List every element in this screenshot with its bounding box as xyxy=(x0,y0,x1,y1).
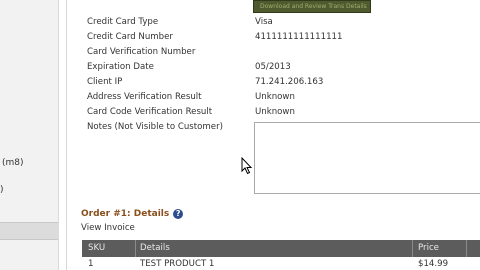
label-card-verification: Card Verification Number xyxy=(87,47,196,57)
label-card-number: Credit Card Number xyxy=(87,32,173,42)
label-address-verification: Address Verification Result xyxy=(87,92,202,102)
cell-sku: 1 xyxy=(88,259,94,269)
view-invoice-link[interactable]: View Invoice xyxy=(81,223,135,233)
sidebar-item-paren[interactable]: ) xyxy=(0,185,4,195)
top-banner[interactable]: Download and Review Trans Details xyxy=(253,0,371,13)
column-header-price[interactable]: Price xyxy=(418,240,439,257)
value-card-number: 4111111111111111 xyxy=(255,32,343,42)
question-circle-icon[interactable]: ? xyxy=(173,209,184,219)
cell-details: TEST PRODUCT 1 xyxy=(140,259,215,269)
label-notes: Notes (Not Visible to Customer) xyxy=(87,122,223,132)
value-address-verification: Unknown xyxy=(255,92,295,102)
column-header-details[interactable]: Details xyxy=(140,240,170,257)
value-expiration-date: 05/2013 xyxy=(255,62,291,72)
label-card-code-verification: Card Code Verification Result xyxy=(87,107,213,117)
value-card-type: Visa xyxy=(255,17,273,27)
value-client-ip: 71.241.206.163 xyxy=(255,77,324,87)
column-header-sku[interactable]: SKU xyxy=(88,240,105,257)
column-divider xyxy=(135,240,136,257)
label-card-type: Credit Card Type xyxy=(87,17,159,27)
sidebar-item-active[interactable] xyxy=(0,222,58,240)
notes-textarea[interactable] xyxy=(254,122,480,194)
content-divider xyxy=(66,0,67,270)
top-banner-text: Download and Review Trans Details xyxy=(260,3,367,10)
sidebar: (m8) ) xyxy=(0,0,59,270)
label-client-ip: Client IP xyxy=(87,77,123,87)
order-items-table: SKU Details Price 1 TEST PRODUCT 1 $14.9… xyxy=(82,240,480,270)
order-details-title: Order #1: Details ? xyxy=(81,209,184,219)
mouse-cursor-icon xyxy=(241,157,253,175)
label-expiration-date: Expiration Date xyxy=(87,62,154,72)
column-divider xyxy=(412,240,413,257)
order-details-title-text: Order #1: Details xyxy=(81,209,170,219)
sidebar-item-m8[interactable]: (m8) xyxy=(2,158,24,168)
column-divider xyxy=(466,240,467,257)
cell-price: $14.99 xyxy=(418,259,449,269)
value-card-code-verification: Unknown xyxy=(255,107,295,117)
table-header: SKU Details Price xyxy=(82,240,480,257)
